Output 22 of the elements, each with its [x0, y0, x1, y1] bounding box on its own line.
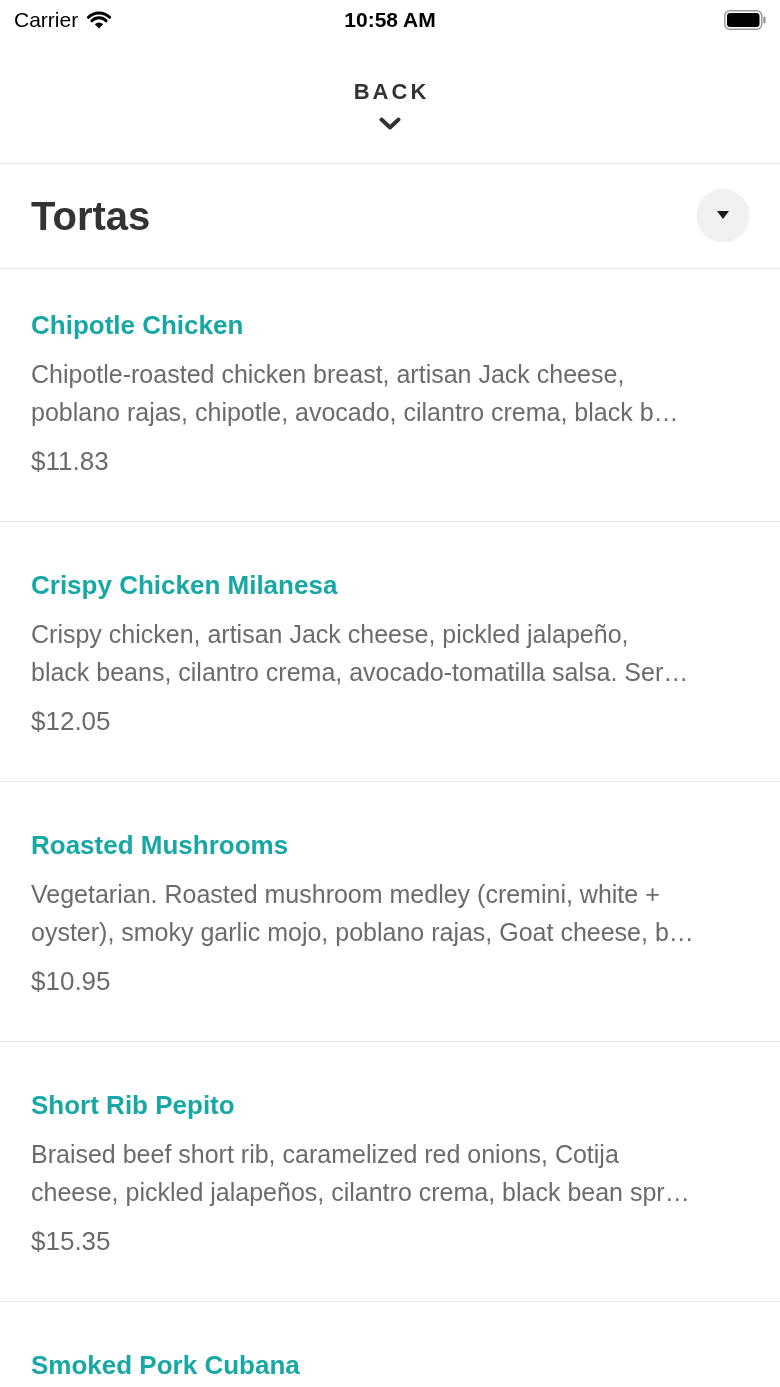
- caret-icon: [717, 211, 729, 219]
- wifi-icon: [86, 11, 113, 29]
- item-price: $12.05: [31, 705, 111, 738]
- item-name[interactable]: Roasted Mushrooms: [31, 828, 289, 862]
- item-description: Crispy chicken, artisan Jack cheese, pickled jalapeño, black beans, cilantro crema, avocado-tomatilla salsa. Ser…: [31, 619, 689, 688]
- item-price: $10.95: [31, 965, 111, 998]
- battery-icon: [724, 10, 766, 30]
- item-name[interactable]: Crispy Chicken Milanesa: [31, 568, 338, 602]
- chevron-down-icon: [379, 117, 401, 130]
- item-description: Braised beef short rib, caramelized red onions, Cotija cheese, pickled jalapeños, cilantro crema, black bean spr…: [31, 1139, 690, 1208]
- item-name[interactable]: Chipotle Chicken: [31, 308, 244, 342]
- back-button[interactable]: BACK: [350, 79, 430, 130]
- item-name[interactable]: Short Rib Pepito: [31, 1088, 235, 1122]
- item-price: $11.83: [31, 445, 109, 478]
- item-price: $15.35: [31, 1225, 111, 1258]
- category-title: Tortas: [31, 193, 151, 239]
- item-description: Vegetarian. Roasted mushroom medley (cremini, white + oyster), smoky garlic mojo, poblano rajas, Goat cheese, b…: [31, 879, 694, 948]
- item-name[interactable]: Smoked Pork Cubana: [31, 1348, 300, 1382]
- dropdown-button[interactable]: [697, 189, 749, 241]
- clock-time: 10:58 AM: [344, 8, 436, 32]
- carrier-label: Carrier: [14, 8, 79, 32]
- item-description: Chipotle-roasted chicken breast, artisan Jack cheese, poblano rajas, chipotle, avocado, cilantro crema, black b…: [31, 359, 679, 428]
